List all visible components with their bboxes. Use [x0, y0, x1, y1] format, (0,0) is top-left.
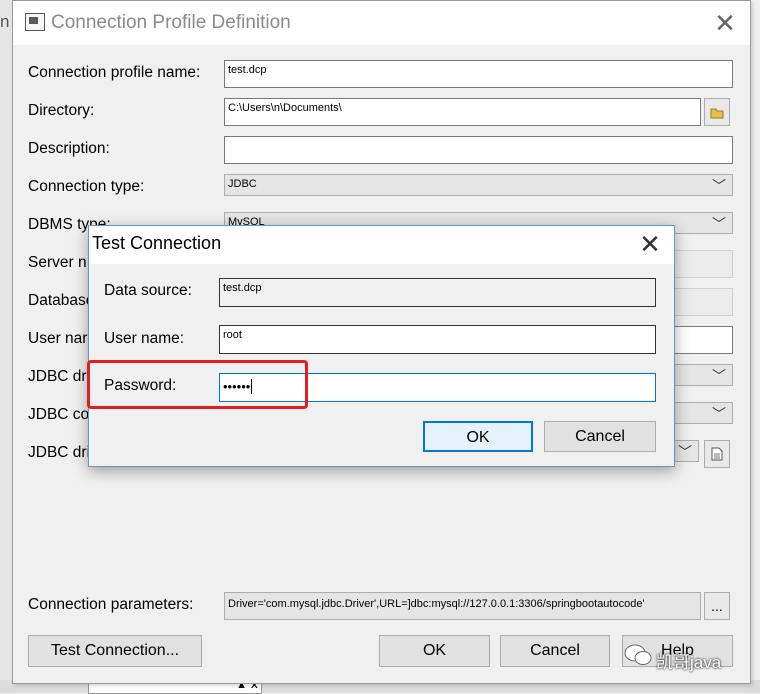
description-label: Description: — [28, 140, 110, 157]
data-source-label: Data source: — [104, 282, 192, 299]
user-name-label: User nar — [28, 330, 88, 347]
connection-parameters-field[interactable]: Driver='com.mysql.jdbc.Driver',URL=]dbc:… — [224, 592, 701, 620]
watermark-text: 凯哥java — [656, 653, 722, 672]
ok-button[interactable]: OK — [379, 635, 490, 667]
close-icon[interactable]: ✕ — [637, 230, 663, 258]
background-title-fragment: n — [0, 12, 10, 31]
server-name-label: Server n — [28, 254, 87, 271]
close-icon[interactable]: ✕ — [713, 10, 737, 36]
profile-name-label: Connection profile name: — [28, 64, 201, 81]
jdbc-driver-label: JDBC dr — [28, 368, 87, 385]
chevron-down-icon: ﹀ — [712, 368, 726, 384]
connection-parameters-label: Connection parameters: — [28, 596, 194, 613]
cancel-button[interactable]: Cancel — [500, 635, 610, 667]
dialog-title: Test Connection — [92, 233, 222, 253]
connection-type-label: Connection type: — [28, 178, 145, 195]
connection-type-select[interactable]: JDBC ﹀ — [224, 174, 733, 196]
data-source-field: test.dcp — [219, 278, 656, 307]
folder-icon — [710, 108, 724, 119]
test-connection-dialog: Test Connection ✕ Data source: test.dcp … — [88, 225, 675, 467]
user-name-label: User name: — [104, 330, 185, 347]
directory-input[interactable]: C:\Users\n\Documents\ — [224, 98, 701, 126]
ok-button[interactable]: OK — [423, 421, 533, 452]
user-name-input[interactable]: root — [219, 325, 656, 354]
app-window-icon — [25, 13, 45, 31]
database-label: Database — [28, 292, 95, 309]
dialog-title: Connection Profile Definition — [51, 12, 291, 33]
title-bar: Test Connection ✕ — [89, 226, 674, 264]
document-icon — [711, 447, 723, 461]
profile-name-input[interactable]: test.dcp — [224, 60, 733, 88]
cancel-button[interactable]: Cancel — [544, 421, 656, 452]
connection-type-value: JDBC — [228, 178, 257, 190]
browse-file-button[interactable] — [704, 440, 730, 468]
chevron-down-icon: ﹀ — [712, 216, 726, 232]
description-input[interactable] — [224, 136, 733, 164]
directory-label: Directory: — [28, 102, 95, 119]
test-connection-button[interactable]: Test Connection... — [28, 635, 202, 667]
title-bar: Connection Profile Definition ✕ — [13, 1, 750, 45]
chevron-down-icon: ﹀ — [712, 406, 726, 422]
edit-parameters-button[interactable]: ... — [704, 592, 730, 620]
chevron-down-icon: ﹀ — [678, 444, 692, 460]
password-highlight-annotation — [87, 360, 308, 409]
chevron-down-icon: ﹀ — [712, 178, 726, 194]
jdbc-connection-label: JDBC co — [28, 406, 90, 423]
browse-folder-button[interactable] — [704, 98, 730, 126]
wechat-icon — [624, 644, 652, 665]
jdbc-driver-file-label: JDBC dri — [28, 444, 91, 461]
